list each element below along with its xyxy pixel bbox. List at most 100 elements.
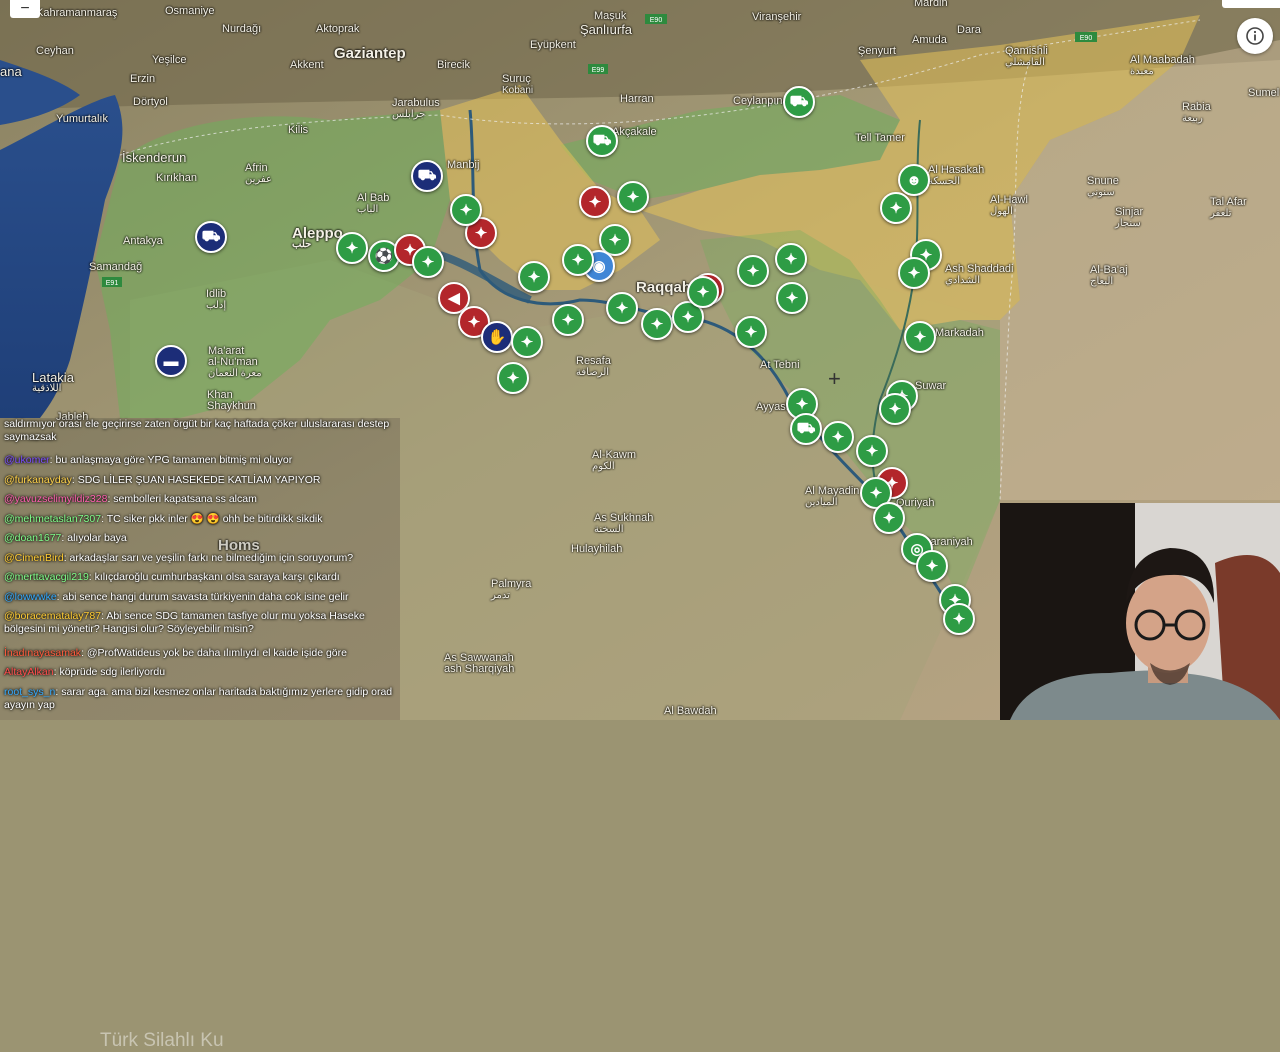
rifle-icon[interactable]: ✦ <box>336 232 368 264</box>
rifle-icon[interactable]: ✦ <box>775 243 807 275</box>
city-label-kirikhan: Kırıkhan <box>156 172 197 184</box>
chat-message: root_sys_n: sarar aga. ama bizi kesmez o… <box>4 686 393 711</box>
city-label-idlib: Idlib إدلب <box>206 288 227 312</box>
rifle-icon[interactable]: ✦ <box>943 603 975 635</box>
svg-text:E90: E90 <box>1080 35 1093 42</box>
city-label-jarabulus: Jarabulus جرابلس <box>392 97 440 121</box>
rifle-icon[interactable]: ✦ <box>776 282 808 314</box>
city-label-sinjar: Sinjar سنجار <box>1115 206 1144 230</box>
city-label-dara: Dara <box>957 24 981 36</box>
city-label-resafa: Resafa الرصافة <box>576 355 611 379</box>
rifle-icon[interactable]: ✦ <box>822 421 854 453</box>
chat-message: @lowwwke: abi sence hangi durum savasta … <box>4 591 349 603</box>
city-label-latakia: Latakia اللاذقية <box>32 370 74 394</box>
supply-truck-icon[interactable]: ⛟ <box>586 125 618 157</box>
info-icon <box>1246 27 1264 45</box>
rifle-icon[interactable]: ✦ <box>518 261 550 293</box>
city-label-kahramanmaras: Kahramanmaraş <box>36 7 118 19</box>
svg-text:E90: E90 <box>650 17 663 24</box>
rifle-icon[interactable]: ✦ <box>562 244 594 276</box>
city-label-telltamer: Tell Tamer <box>855 132 905 144</box>
rifle-icon[interactable]: ✦ <box>879 393 911 425</box>
city-label-hasakah: Al Hasakah الحسكة <box>928 164 985 188</box>
city-label-aktoprak: Aktoprak <box>316 23 360 35</box>
rifle-icon[interactable]: ✦ <box>898 257 930 289</box>
city-label-mardin: Mardin <box>914 0 948 9</box>
rifle-icon[interactable]: ✦ <box>511 326 543 358</box>
tank-icon[interactable]: ▬ <box>155 345 187 377</box>
city-label-snune: Snune سنوني <box>1087 175 1119 199</box>
city-label-viransehir: Viranşehir <box>752 11 802 23</box>
city-label-eyupkent: Eyüpkent <box>530 39 576 51</box>
city-label-maarat: Ma'arat al-Nu'man معرة النعمان <box>208 345 262 380</box>
webcam-feed <box>1000 503 1280 720</box>
city-label-sukhnah: As Sukhnah السخنة <box>594 512 654 536</box>
city-label-mayadin: Al Mayadin الميادين <box>805 485 860 509</box>
city-label-nurdagi: Nurdağı <box>222 23 262 35</box>
webcam-overlay <box>1000 503 1280 720</box>
city-label-adana: ana <box>0 64 22 79</box>
city-label-sumel: Sumel <box>1248 87 1280 99</box>
rifle-icon[interactable]: ✦ <box>552 304 584 336</box>
rifle-icon[interactable]: ✦ <box>904 321 936 353</box>
supply-truck-icon[interactable]: ⛟ <box>783 86 815 118</box>
city-label-iskenderun: İskenderun <box>122 150 187 165</box>
hand-icon[interactable]: ✋ <box>481 321 513 353</box>
city-label-afrin: Afrin عفرين <box>245 162 272 186</box>
city-label-rabia: Rabia ربيعة <box>1182 101 1211 125</box>
city-label-antakya: Antakya <box>123 235 163 247</box>
city-label-yesilce: Yeşilce <box>152 54 187 66</box>
top-right-control[interactable] <box>1222 0 1280 8</box>
city-label-maabadah: Al Maabadah معبدة <box>1130 54 1195 78</box>
rifle-icon[interactable]: ✦ <box>687 276 719 308</box>
rifle-icon[interactable]: ✦ <box>856 435 888 467</box>
supply-truck-icon[interactable]: ⛟ <box>790 413 822 445</box>
supply-truck-icon[interactable]: ⛟ <box>195 221 227 253</box>
rifle-icon[interactable]: ✦ <box>916 550 948 582</box>
city-label-yumurtalik: Yumurtalık <box>56 113 108 125</box>
rifle-icon[interactable]: ✦ <box>617 181 649 213</box>
chat-message: saldırmıyor orası ele geçirirse zaten ör… <box>4 418 390 443</box>
map-crosshair-icon: + <box>828 366 841 391</box>
city-label-albab: Al Bab الباب <box>357 192 390 216</box>
info-button[interactable] <box>1237 18 1273 54</box>
watermark-text: Türk Silahlı Ku <box>100 1030 224 1051</box>
svg-text:E91: E91 <box>106 280 119 287</box>
city-label-sanliurfa: Şanlıurfa <box>580 22 633 37</box>
city-label-erzin: Erzin <box>130 73 156 85</box>
city-label-akkent: Akkent <box>290 59 324 71</box>
city-label-alhawl: Al-Hawl الهول <box>990 194 1028 218</box>
rifle-icon[interactable]: ✦ <box>737 255 769 287</box>
chat-message: İnadınayasamak: @ProfWatideus yok be dah… <box>4 647 347 659</box>
rifle-icon[interactable]: ✦ <box>606 292 638 324</box>
city-label-shaddadi: Ash Shaddadi الشدادي <box>945 263 1014 287</box>
city-label-talafar: Tal Afar تلعفر <box>1210 196 1247 220</box>
city-label-markadah: Markadah <box>935 327 984 339</box>
chat-message: @boracematalay787: Abi sence SDG tamamen… <box>4 610 365 635</box>
rifle-icon[interactable]: ✦ <box>412 246 444 278</box>
rifle-icon[interactable]: ✦ <box>497 362 529 394</box>
clash-rifle-icon[interactable]: ✦ <box>579 186 611 218</box>
supply-truck-icon[interactable]: ⛟ <box>411 160 443 192</box>
city-label-quriyah: Quriyah <box>896 497 935 509</box>
city-label-hulayhilah: Hulayhilah <box>571 543 623 555</box>
city-label-qamishli: Qamishli القامشلي <box>1005 45 1048 69</box>
rifle-icon[interactable]: ✦ <box>450 194 482 226</box>
city-label-sawwanah: As Sawwanah ash Sharqiyah <box>444 652 515 675</box>
rifle-icon[interactable]: ✦ <box>873 502 905 534</box>
people-icon[interactable]: ☻ <box>898 164 930 196</box>
zoom-out-button[interactable]: − <box>10 0 40 18</box>
city-label-kawm: Al-Kawm الكوم <box>592 449 637 473</box>
city-label-bawdah: Al Bawdah <box>664 705 717 717</box>
city-label-palmyra: Palmyra تدمر <box>491 578 532 602</box>
rifle-icon[interactable]: ✦ <box>641 308 673 340</box>
city-label-tebni: At Tebni <box>760 359 800 371</box>
city-label-amuda: Amuda <box>912 34 947 46</box>
city-label-harran: Harran <box>620 93 654 105</box>
rifle-icon[interactable]: ✦ <box>735 316 767 348</box>
rifle-icon[interactable]: ✦ <box>880 192 912 224</box>
chat-message: @furkanayday: SDG LİLER ŞUAN HASEKEDE KA… <box>4 474 321 486</box>
city-label-dortyol: Dörtyol <box>133 96 168 108</box>
city-label-khan: Khan Shaykhun <box>207 389 256 412</box>
city-label-akcakale: Akçakale <box>612 126 657 138</box>
